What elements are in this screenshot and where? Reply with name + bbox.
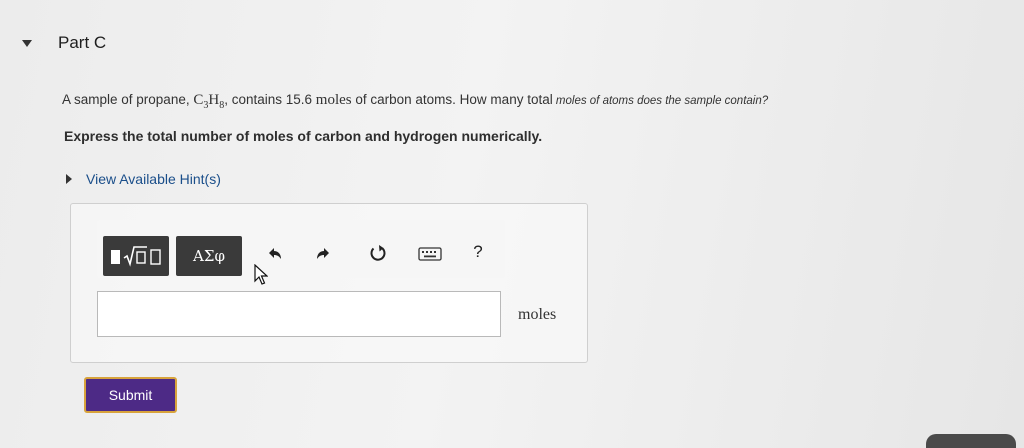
greek-symbols-label: ΑΣφ xyxy=(193,247,225,265)
redo-button[interactable] xyxy=(311,242,335,266)
redo-icon xyxy=(317,248,329,259)
answer-box: ΑΣφ ? moles xyxy=(70,203,588,363)
chemical-formula: C3H8 xyxy=(193,92,225,111)
instruction-text: Express the total number of moles of car… xyxy=(64,128,543,144)
math-toolbar: ΑΣφ ? xyxy=(97,220,505,285)
question-text: A sample of propane, C3H8, contains 15.6… xyxy=(62,92,769,111)
part-title: Part C xyxy=(58,33,107,52)
help-button[interactable]: ? xyxy=(467,238,489,266)
mouse-cursor-icon xyxy=(254,264,268,285)
hints-label: View Available Hint(s) xyxy=(86,171,221,187)
help-label: ? xyxy=(473,242,483,261)
undo-button[interactable] xyxy=(263,242,287,266)
reset-button[interactable] xyxy=(365,240,391,266)
expand-triangle-icon xyxy=(66,174,72,184)
undo-icon xyxy=(269,248,281,259)
submit-button[interactable]: Submit xyxy=(84,377,177,413)
submit-label: Submit xyxy=(108,387,153,403)
templates-button[interactable] xyxy=(103,236,169,276)
view-hints-link[interactable]: View Available Hint(s) xyxy=(66,171,221,187)
reset-icon xyxy=(370,245,386,261)
keyboard-button[interactable] xyxy=(415,242,445,266)
keyboard-icon xyxy=(418,247,442,261)
templates-icon xyxy=(111,246,161,267)
collapse-triangle-icon[interactable] xyxy=(22,39,32,47)
corner-button-fragment xyxy=(926,434,1016,448)
part-header[interactable]: Part C xyxy=(22,33,106,53)
unit-label: moles xyxy=(518,306,557,323)
greek-symbols-button[interactable]: ΑΣφ xyxy=(176,236,242,276)
answer-input[interactable] xyxy=(97,291,501,337)
